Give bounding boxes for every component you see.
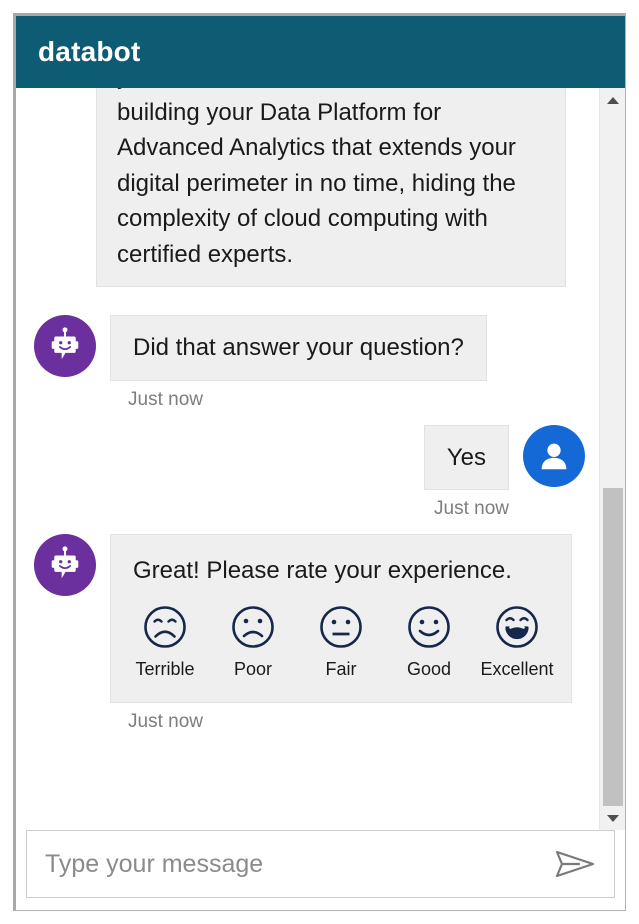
message-row-bot-question: Did that answer your question? bbox=[16, 315, 599, 381]
person-icon bbox=[541, 443, 567, 469]
chat-header: databot bbox=[16, 16, 625, 88]
rating-option-good[interactable]: Good bbox=[397, 603, 461, 683]
messages-scrollbar[interactable] bbox=[599, 88, 625, 830]
robot-face-icon bbox=[51, 327, 79, 360]
message-bubble-user-yes: Yes bbox=[423, 424, 509, 491]
rating-label-excellent: Excellent bbox=[480, 658, 554, 679]
rating-options: Terrible Poor Fair Good Excellent bbox=[125, 603, 557, 687]
rating-option-fair[interactable]: Fair bbox=[309, 603, 373, 683]
timestamp-bot-question: Just now bbox=[128, 388, 203, 410]
user-avatar bbox=[523, 424, 585, 487]
rating-option-terrible[interactable]: Terrible bbox=[133, 603, 197, 683]
rating-option-excellent[interactable]: Excellent bbox=[480, 603, 554, 683]
robot-face-icon bbox=[51, 546, 79, 579]
avatar-spacer bbox=[34, 88, 96, 106]
send-button[interactable] bbox=[552, 849, 598, 879]
scroll-up-arrow-icon bbox=[607, 96, 619, 104]
scroll-down-button[interactable] bbox=[600, 806, 625, 830]
scroll-up-button[interactable] bbox=[600, 88, 625, 112]
neutral-face-icon bbox=[320, 605, 362, 648]
send-paper-plane-icon bbox=[555, 850, 595, 878]
rating-card: Great! Please rate your experience. Terr… bbox=[110, 534, 572, 704]
timestamp-bot-rating: Just now bbox=[128, 711, 203, 733]
very-happy-face-icon bbox=[496, 605, 538, 648]
timestamp-user-yes: Just now bbox=[434, 498, 509, 520]
happy-face-icon bbox=[408, 605, 450, 648]
bot-avatar bbox=[34, 315, 96, 378]
rating-label-terrible: Terrible bbox=[135, 658, 195, 679]
sad-face-icon bbox=[232, 605, 274, 648]
messages-scroll-content: your data twin in the Azure cloud, build… bbox=[16, 88, 599, 759]
message-input[interactable] bbox=[45, 849, 552, 879]
message-row-bot-rating: Great! Please rate your experience. Terr… bbox=[16, 534, 599, 704]
message-row-bot-answer: your data twin in the Azure cloud, build… bbox=[16, 88, 599, 288]
bot-avatar-rating bbox=[34, 534, 96, 597]
chat-title: databot bbox=[38, 36, 141, 67]
rating-option-poor[interactable]: Poor bbox=[221, 603, 285, 683]
message-bubble-bot-question: Did that answer your question? bbox=[110, 315, 487, 381]
scrollbar-thumb[interactable] bbox=[603, 488, 623, 812]
chat-widget-window: databot your data twin in the Azure clou… bbox=[13, 13, 626, 911]
messages-area: your data twin in the Azure cloud, build… bbox=[16, 88, 625, 830]
message-bubble-bot-answer: your data twin in the Azure cloud, build… bbox=[96, 88, 566, 288]
message-row-user-yes: Yes bbox=[16, 424, 599, 491]
rating-label-poor: Poor bbox=[233, 658, 273, 679]
rating-prompt: Great! Please rate your experience. bbox=[133, 557, 512, 585]
rating-label-fair: Fair bbox=[325, 658, 357, 679]
message-composer[interactable] bbox=[26, 830, 615, 898]
rating-label-good: Good bbox=[406, 658, 452, 679]
very-sad-face-icon bbox=[144, 605, 186, 648]
scroll-down-arrow-icon bbox=[607, 814, 619, 822]
